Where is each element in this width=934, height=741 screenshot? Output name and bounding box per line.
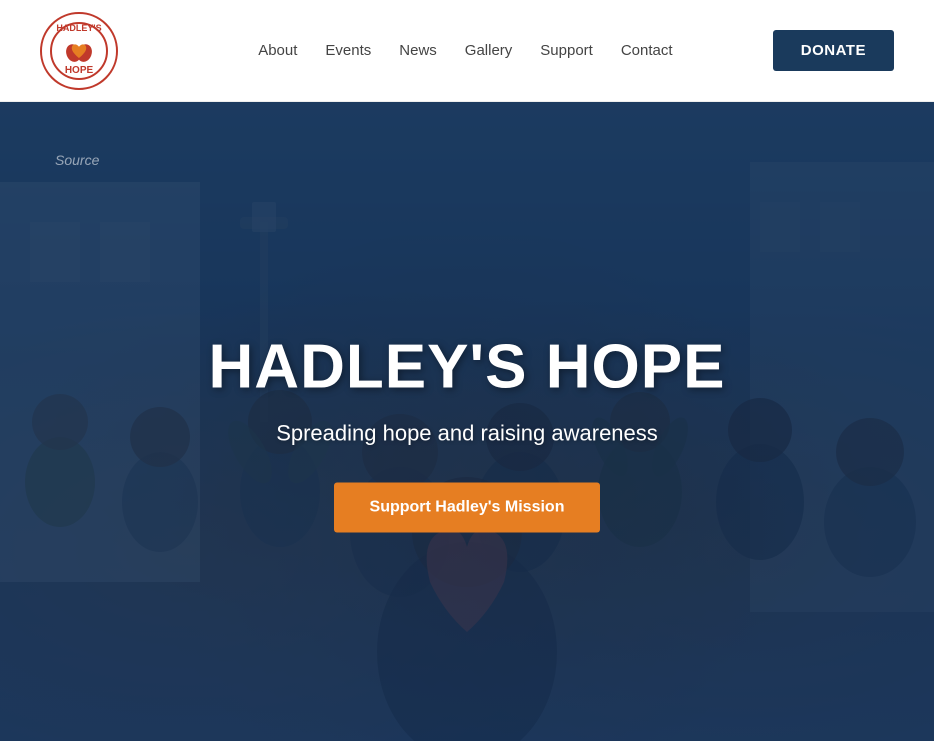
logo: HADLEY'S HOPE (40, 12, 118, 90)
hero-section: Source HADLEY'S HOPE Spreading hope and … (0, 102, 934, 741)
nav-about[interactable]: About (258, 42, 297, 59)
svg-text:HADLEY'S: HADLEY'S (56, 23, 101, 33)
source-label: Source (55, 152, 99, 168)
svg-text:HOPE: HOPE (65, 65, 94, 76)
nav-news[interactable]: News (399, 42, 437, 59)
header: HADLEY'S HOPE About Events News Gallery … (0, 0, 934, 102)
nav-support[interactable]: Support (540, 42, 593, 59)
main-nav: About Events News Gallery Support Contac… (258, 42, 672, 59)
nav-gallery[interactable]: Gallery (465, 42, 513, 59)
hero-title: HADLEY'S HOPE (117, 331, 817, 402)
logo-area: HADLEY'S HOPE (40, 12, 118, 90)
nav-events[interactable]: Events (325, 42, 371, 59)
hero-cta-button[interactable]: Support Hadley's Mission (334, 482, 601, 532)
donate-button[interactable]: DONATE (773, 30, 894, 71)
hero-subtitle: Spreading hope and raising awareness (117, 420, 817, 446)
hero-content: HADLEY'S HOPE Spreading hope and raising… (117, 331, 817, 532)
nav-contact[interactable]: Contact (621, 42, 673, 59)
